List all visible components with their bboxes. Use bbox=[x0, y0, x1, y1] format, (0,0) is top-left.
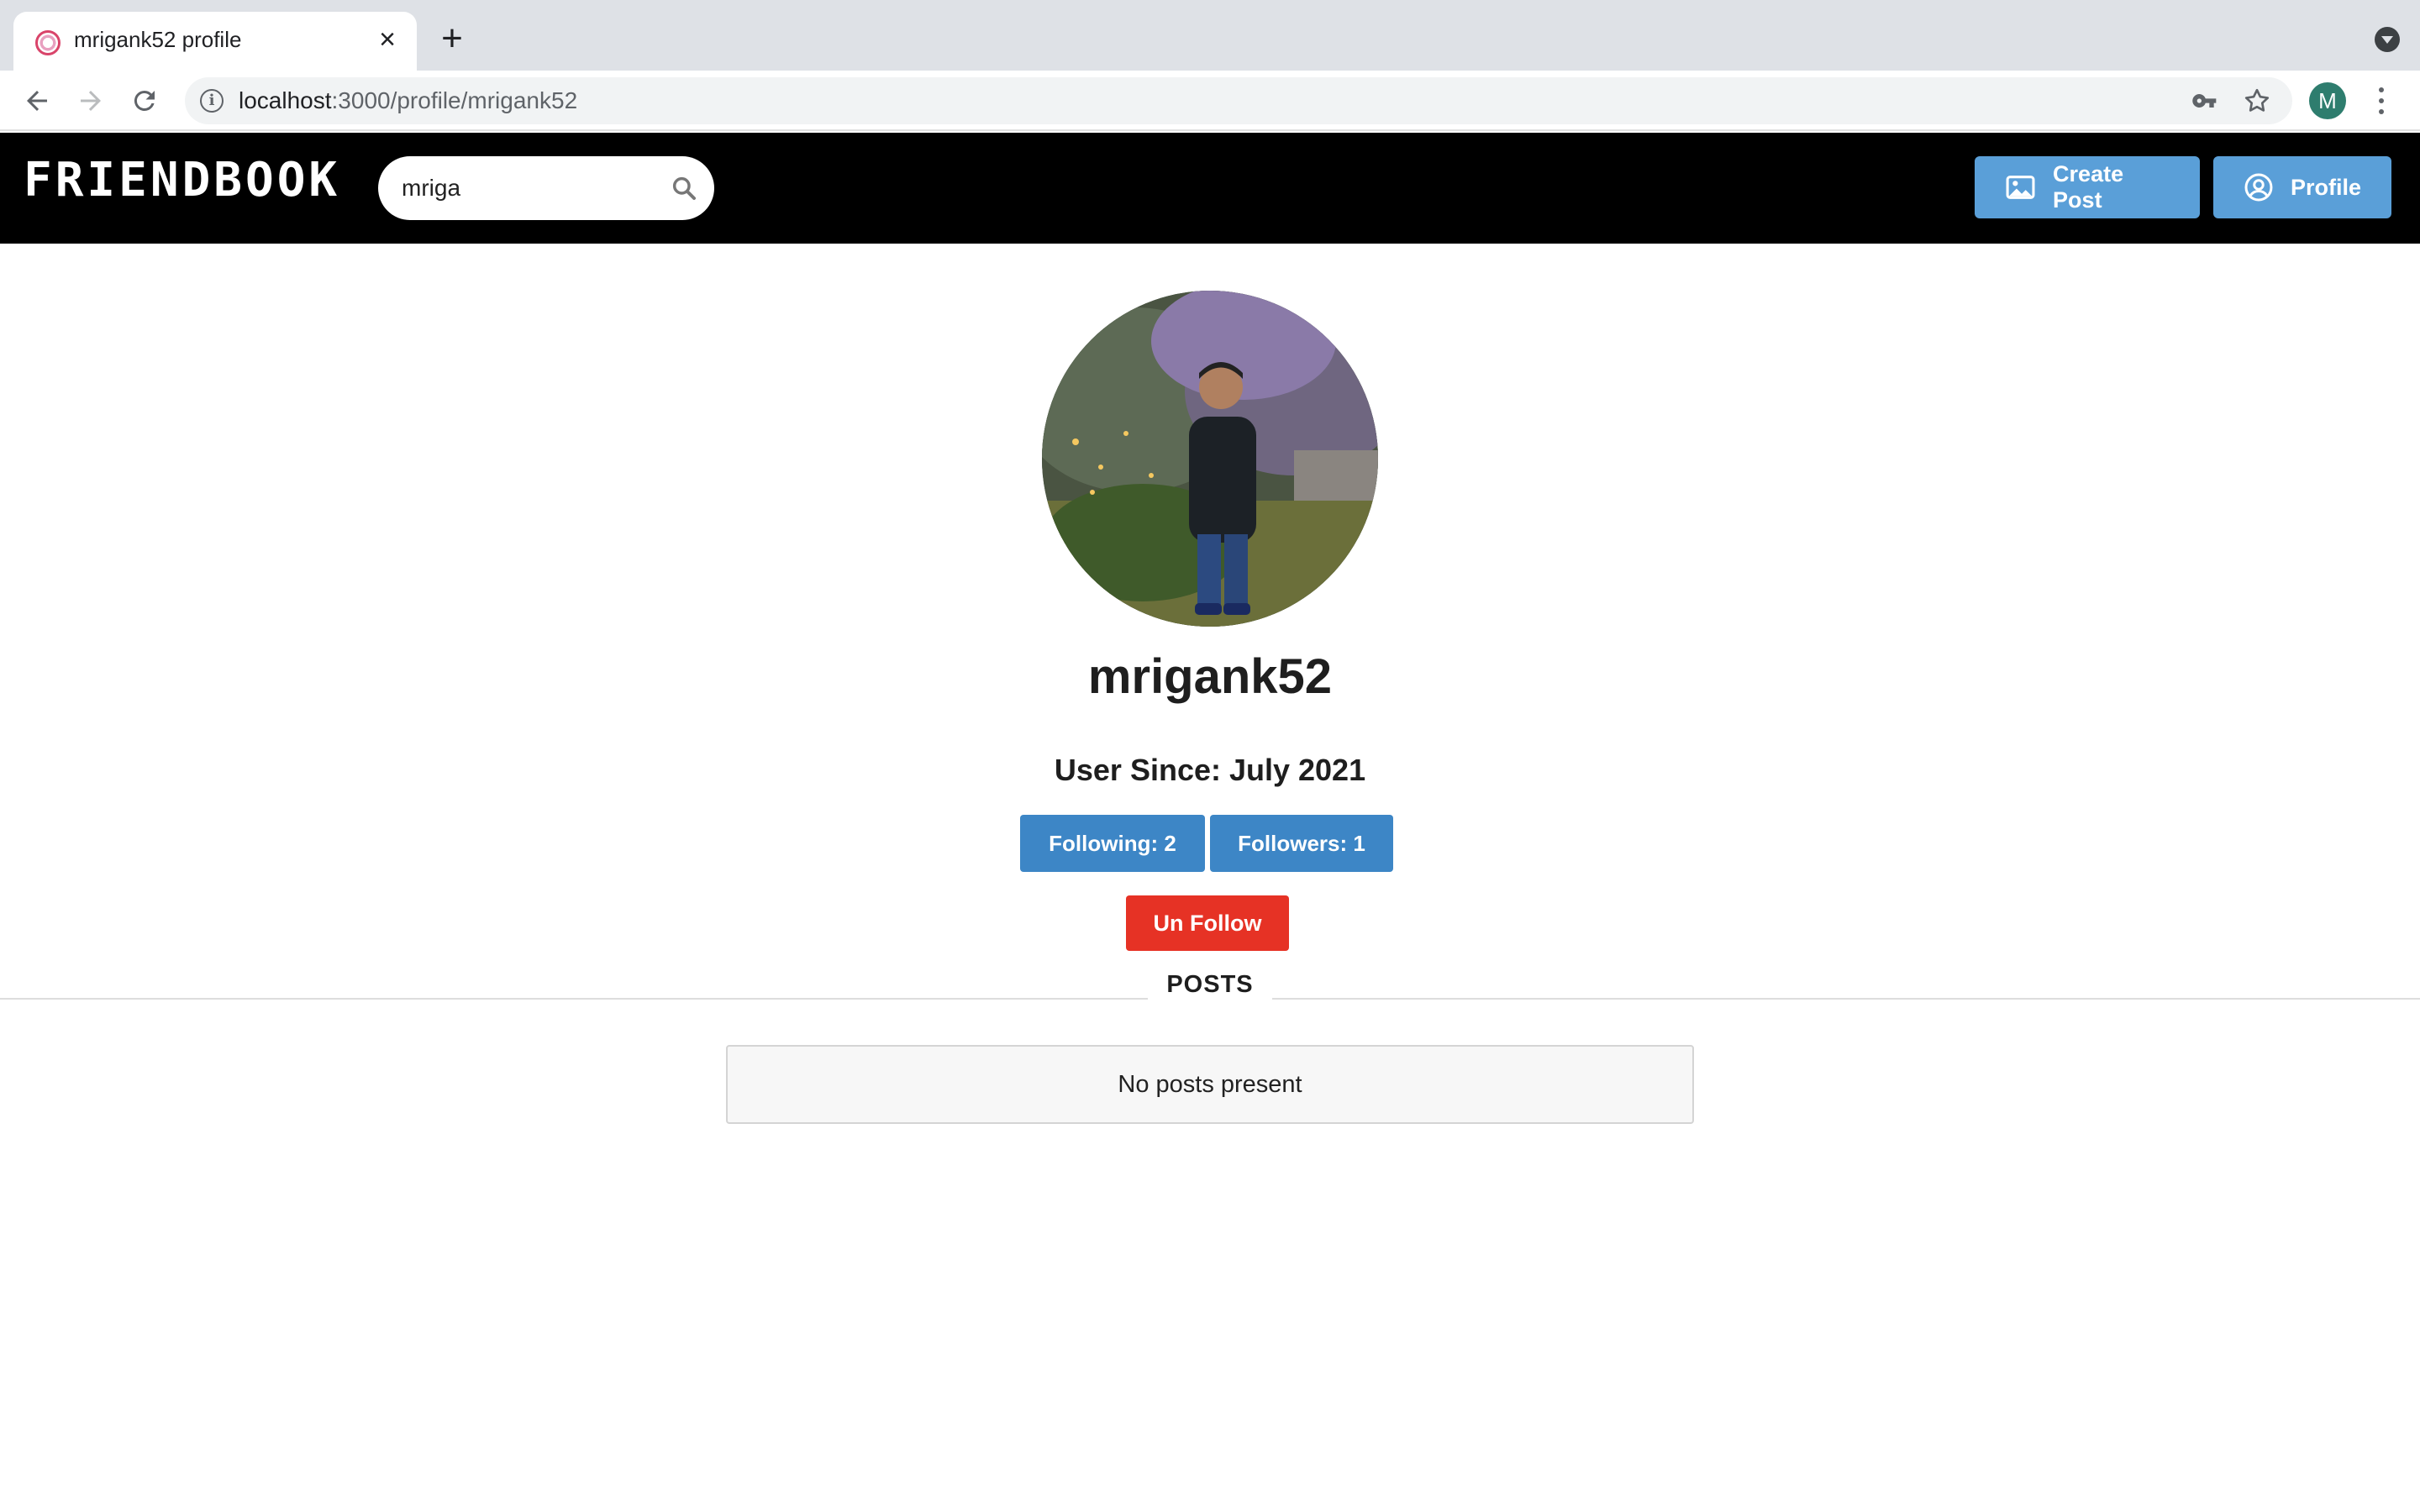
profile-photo bbox=[1042, 291, 1378, 627]
back-button[interactable] bbox=[20, 84, 54, 118]
search-icon[interactable] bbox=[671, 175, 697, 202]
forward-button[interactable] bbox=[74, 84, 108, 118]
profile-button[interactable]: Profile bbox=[2213, 156, 2391, 218]
back-arrow-icon bbox=[27, 91, 47, 111]
browser-tab[interactable]: mrigank52 profile × bbox=[13, 12, 417, 71]
app-header: FRIENDBOOK Create Post Profile bbox=[0, 133, 2420, 244]
favicon-icon bbox=[35, 30, 60, 55]
key-icon[interactable] bbox=[2191, 87, 2218, 114]
search-box bbox=[378, 156, 714, 220]
unfollow-button[interactable]: Un Follow bbox=[1126, 895, 1289, 951]
reload-button[interactable] bbox=[128, 84, 161, 118]
account-avatar[interactable]: M bbox=[2309, 82, 2346, 119]
create-post-label: Create Post bbox=[2053, 161, 2124, 213]
user-since: User Since: July 2021 bbox=[1054, 753, 1366, 787]
profile-photo-illustration bbox=[1042, 291, 1378, 627]
browser-toolbar: i localhost:3000/profile/mrigank52 M bbox=[0, 71, 2420, 131]
user-circle-icon bbox=[2244, 173, 2273, 202]
bookmark-star-icon[interactable] bbox=[2242, 86, 2272, 116]
info-icon[interactable]: i bbox=[200, 89, 224, 113]
reload-icon bbox=[134, 90, 155, 111]
close-tab-icon[interactable]: × bbox=[373, 25, 402, 54]
tab-title: mrigank52 profile bbox=[74, 27, 242, 52]
new-tab-button[interactable]: + bbox=[435, 20, 469, 57]
create-post-button[interactable]: Create Post bbox=[1975, 156, 2200, 218]
brand-logo[interactable]: FRIENDBOOK bbox=[24, 153, 340, 207]
followers-button[interactable]: Followers: 1 bbox=[1210, 815, 1393, 872]
address-bar[interactable]: i localhost:3000/profile/mrigank52 bbox=[185, 77, 2292, 124]
browser-tabstrip: mrigank52 profile × + bbox=[0, 0, 2420, 71]
browser-menu-icon[interactable] bbox=[2371, 84, 2391, 118]
empty-posts-message: No posts present bbox=[726, 1045, 1694, 1124]
following-button[interactable]: Following: 2 bbox=[1020, 815, 1205, 872]
search-input[interactable] bbox=[402, 170, 654, 207]
profile-label: Profile bbox=[2290, 174, 2361, 200]
tab-search-icon[interactable] bbox=[2375, 27, 2400, 52]
image-icon bbox=[2006, 176, 2035, 199]
profile-username: mrigank52 bbox=[1087, 649, 1333, 704]
url-text[interactable]: localhost:3000/profile/mrigank52 bbox=[239, 87, 577, 114]
posts-section-label: POSTS bbox=[1148, 971, 1272, 1005]
forward-arrow-icon bbox=[81, 91, 101, 111]
